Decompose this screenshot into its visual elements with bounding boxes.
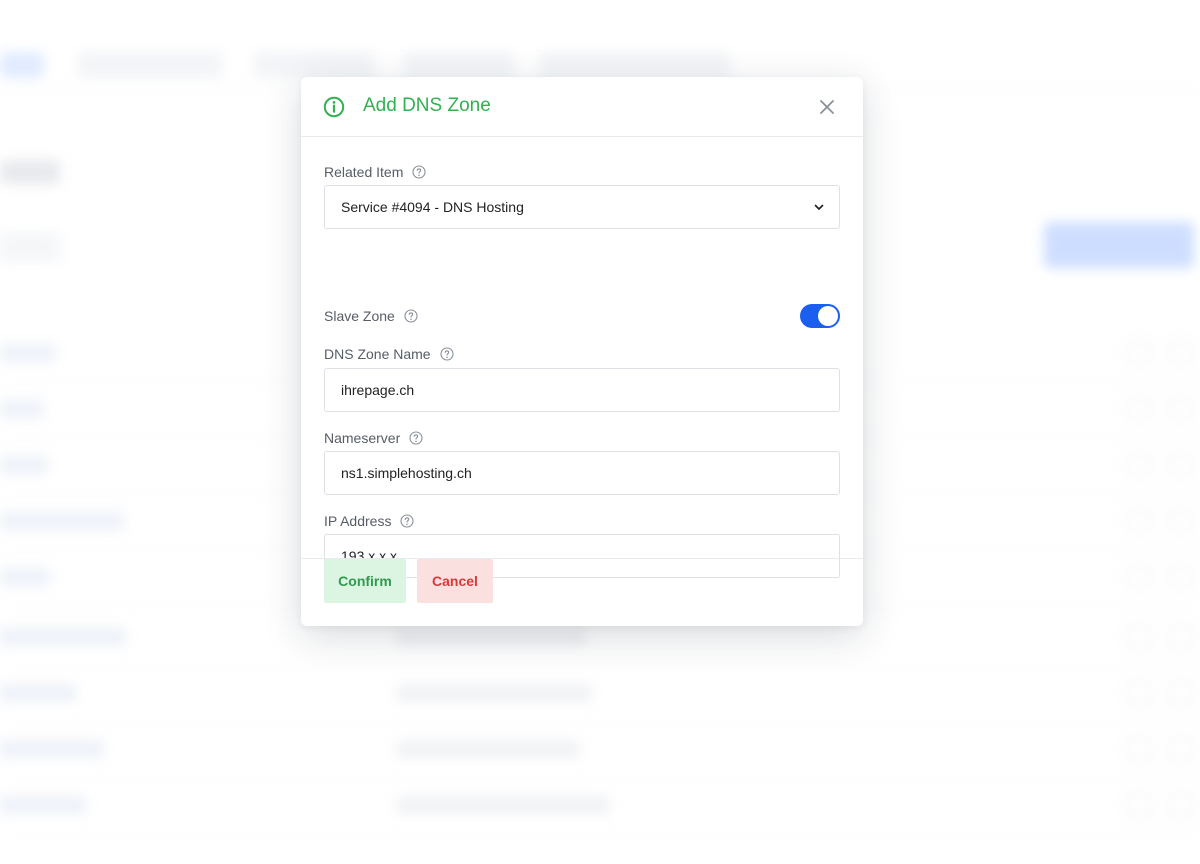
info-icon <box>323 96 345 118</box>
dns-zone-name-label-text: DNS Zone Name <box>324 346 431 362</box>
help-icon[interactable] <box>412 165 426 179</box>
nameserver-label: Nameserver <box>324 429 423 447</box>
help-icon[interactable] <box>400 514 415 528</box>
background-tab <box>540 52 730 78</box>
help-icon[interactable] <box>409 431 423 445</box>
nameserver-value: ns1.simplehosting.ch <box>341 465 472 481</box>
background-page-title <box>0 160 60 184</box>
background-tab <box>404 52 514 78</box>
chevron-down-icon <box>814 204 824 210</box>
toggle-knob <box>818 306 838 326</box>
nameserver-label-text: Nameserver <box>324 430 401 446</box>
slave-zone-label-text: Slave Zone <box>324 308 395 324</box>
nameserver-input[interactable]: ns1.simplehosting.ch <box>324 451 840 495</box>
cancel-button[interactable]: Cancel <box>417 559 493 603</box>
dns-zone-name-label: DNS Zone Name <box>324 345 454 363</box>
background-tab <box>254 52 374 78</box>
background-table-row <box>0 778 1200 834</box>
related-item-value: Service #4094 - DNS Hosting <box>341 199 524 215</box>
dns-zone-name-value: ihrepage.ch <box>341 382 415 398</box>
dns-zone-name-input[interactable]: ihrepage.ch <box>324 368 840 412</box>
background-search <box>0 232 60 262</box>
background-table-row <box>0 666 1200 722</box>
related-item-label: Related Item <box>324 163 426 181</box>
background-table-row <box>0 722 1200 778</box>
related-item-label-text: Related Item <box>324 164 404 180</box>
background-add-button <box>1044 222 1194 268</box>
dialog-title: Add DNS Zone <box>363 95 491 116</box>
slave-zone-label: Slave Zone <box>324 307 418 325</box>
slave-zone-toggle[interactable] <box>800 304 840 328</box>
ip-address-label: IP Address <box>324 512 415 530</box>
dialog-body: Related Item Service #4094 - DNS Hosting… <box>301 137 863 578</box>
background-tab <box>78 52 222 78</box>
close-icon[interactable] <box>817 97 837 117</box>
help-icon[interactable] <box>440 347 454 361</box>
dialog-footer: Confirm Cancel <box>301 558 863 626</box>
background-tab <box>0 52 44 78</box>
related-item-select[interactable]: Service #4094 - DNS Hosting <box>324 185 840 229</box>
confirm-button[interactable]: Confirm <box>324 559 406 603</box>
help-icon[interactable] <box>404 309 418 323</box>
ip-address-label-text: IP Address <box>324 513 392 529</box>
add-dns-zone-dialog: Add DNS Zone Related Item Service #4094 … <box>301 77 863 626</box>
dialog-header: Add DNS Zone <box>301 77 863 137</box>
